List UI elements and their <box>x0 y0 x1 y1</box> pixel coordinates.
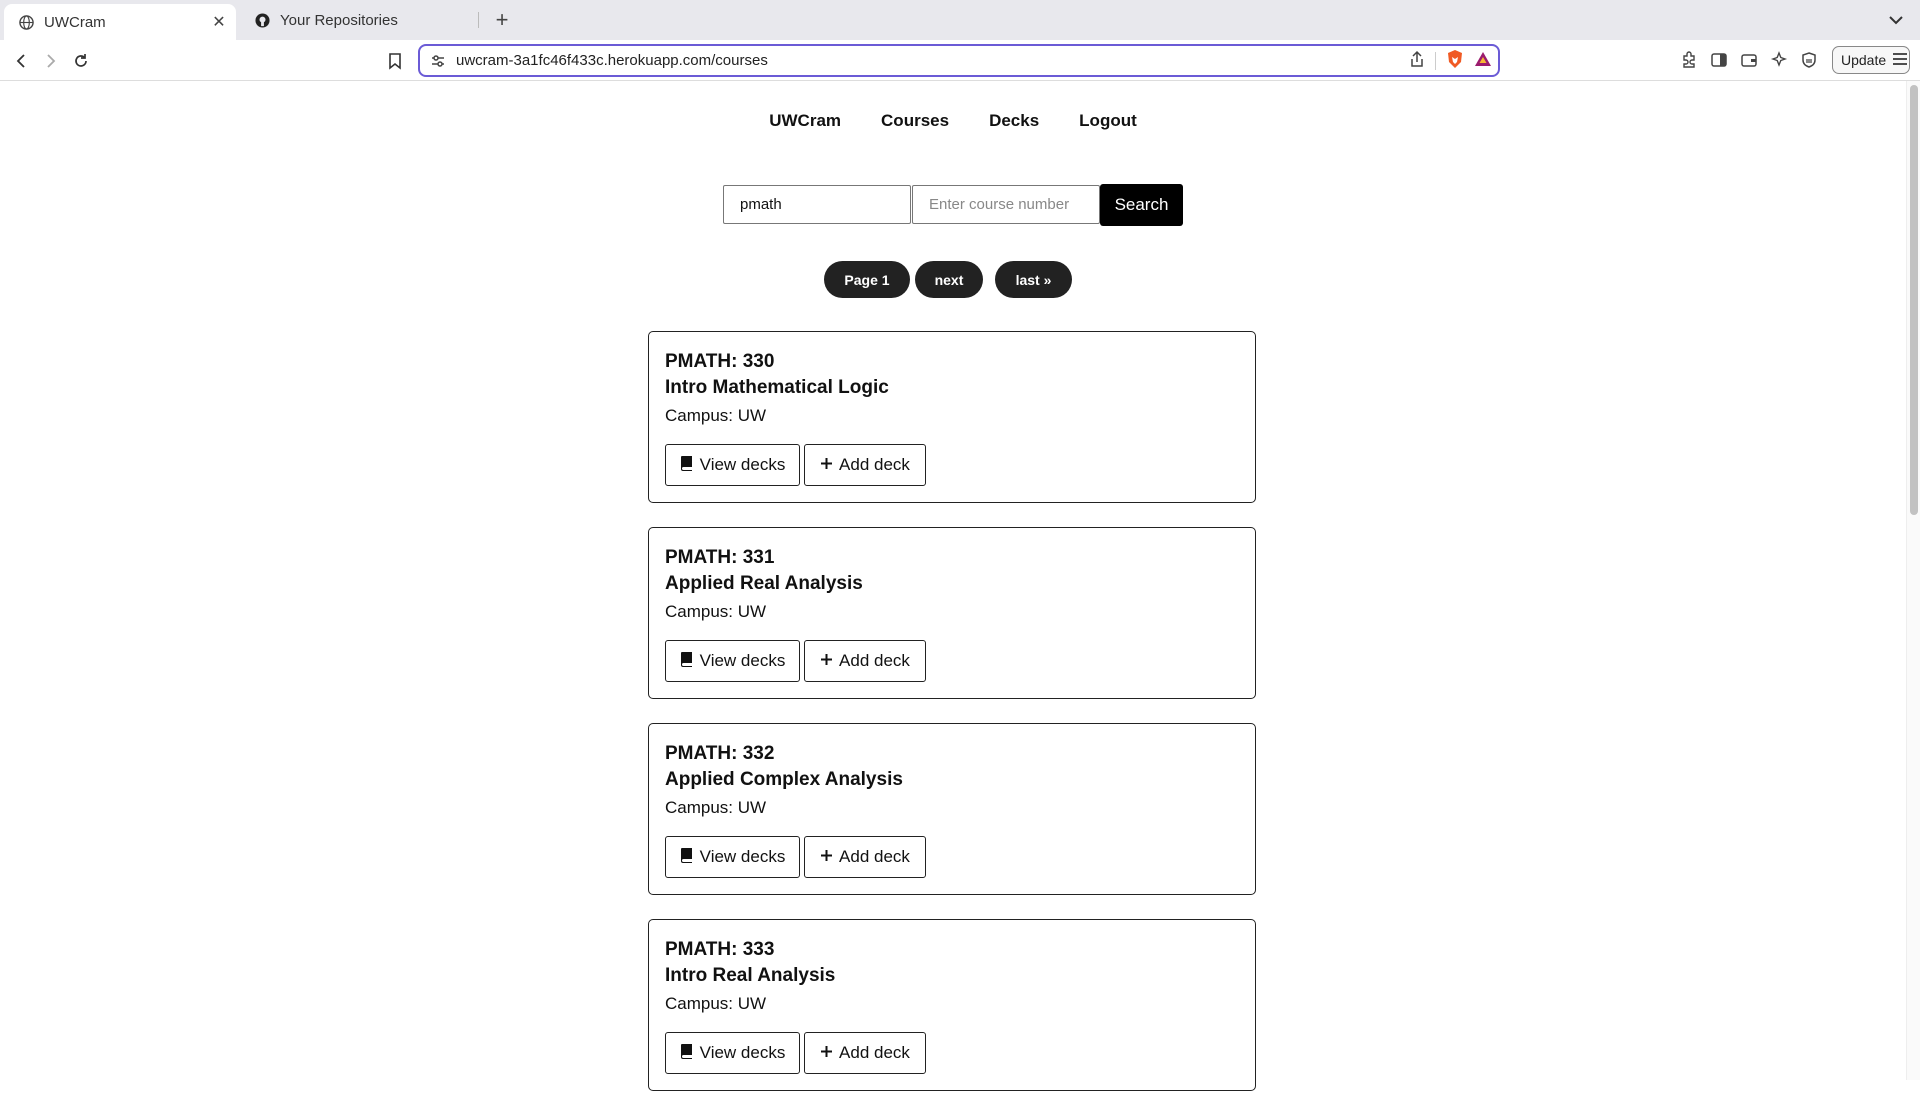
plus-icon <box>820 847 833 867</box>
site-settings-icon[interactable] <box>430 53 446 69</box>
view-decks-button[interactable]: View decks <box>665 444 800 486</box>
plus-icon <box>820 455 833 475</box>
top-nav: UWCram Courses Decks Logout <box>0 111 1906 131</box>
plus-icon <box>820 1043 833 1063</box>
course-code: PMATH: 333 <box>665 939 775 960</box>
divider <box>1435 52 1436 70</box>
leo-ai-icon[interactable] <box>1768 48 1790 72</box>
page-next-button[interactable]: next <box>915 261 983 298</box>
github-icon <box>254 12 270 28</box>
add-deck-label: Add deck <box>839 1043 910 1062</box>
tab-label: UWCram <box>44 13 106 31</box>
nav-decks-link[interactable]: Decks <box>989 111 1039 131</box>
course-name: Applied Complex Analysis <box>665 769 903 790</box>
book-icon <box>680 1043 694 1064</box>
view-decks-label: View decks <box>699 1043 786 1062</box>
menu-icon <box>1892 52 1908 69</box>
page-scrollbar[interactable] <box>1906 81 1920 1080</box>
page-content: UWCram Courses Decks Logout Search Page … <box>0 81 1906 1091</box>
browser-toolbar: uwcram-3a1fc46f433c.herokuapp.com/course… <box>0 40 1920 81</box>
nav-courses-link[interactable]: Courses <box>881 111 949 131</box>
browser-tab-bar: UWCram ✕ Your Repositories + <box>0 0 1920 40</box>
close-icon[interactable]: ✕ <box>208 12 230 32</box>
course-name: Applied Real Analysis <box>665 573 863 594</box>
page-current-button[interactable]: Page 1 <box>824 261 910 298</box>
sidebar-icon[interactable] <box>1708 48 1730 72</box>
subject-input[interactable] <box>723 185 911 224</box>
course-code: PMATH: 330 <box>665 351 775 372</box>
book-icon <box>680 455 694 476</box>
reload-button[interactable] <box>68 48 94 74</box>
add-deck-button[interactable]: Add deck <box>804 836 926 878</box>
scrollbar-thumb[interactable] <box>1910 85 1918 515</box>
course-card: PMATH: 331 Applied Real Analysis Campus:… <box>648 527 1256 699</box>
update-button[interactable]: Update <box>1832 46 1910 74</box>
nav-logout-link[interactable]: Logout <box>1079 111 1137 131</box>
forward-button[interactable] <box>38 48 64 74</box>
tab-uwcram[interactable]: UWCram ✕ <box>4 4 236 40</box>
tab-your-repositories[interactable]: Your Repositories <box>240 4 472 36</box>
add-deck-button[interactable]: Add deck <box>804 444 926 486</box>
view-decks-label: View decks <box>699 455 786 474</box>
view-decks-button[interactable]: View decks <box>665 1032 800 1074</box>
view-decks-label: View decks <box>699 847 786 866</box>
course-number-input[interactable] <box>912 185 1100 224</box>
tab-divider <box>478 12 479 28</box>
update-label: Update <box>1841 52 1887 68</box>
pagination: Page 1 next last » <box>824 261 1072 298</box>
new-tab-button[interactable]: + <box>488 6 516 34</box>
course-campus: Campus: UW <box>665 602 767 621</box>
add-deck-label: Add deck <box>839 847 910 866</box>
add-deck-label: Add deck <box>839 455 910 474</box>
tab-label: Your Repositories <box>280 11 398 29</box>
wallet-icon[interactable] <box>1738 48 1760 72</box>
url-text: uwcram-3a1fc46f433c.herokuapp.com/course… <box>456 52 768 69</box>
course-card: PMATH: 332 Applied Complex Analysis Camp… <box>648 723 1256 895</box>
course-code: PMATH: 331 <box>665 547 775 568</box>
address-bar[interactable]: uwcram-3a1fc46f433c.herokuapp.com/course… <box>418 44 1500 77</box>
view-decks-label: View decks <box>699 651 786 670</box>
course-code: PMATH: 332 <box>665 743 775 764</box>
bookmark-icon[interactable] <box>382 48 408 74</box>
course-campus: Campus: UW <box>665 406 767 425</box>
course-card: PMATH: 330 Intro Mathematical Logic Camp… <box>648 331 1256 503</box>
course-name: Intro Mathematical Logic <box>665 377 889 398</box>
chevron-down-icon[interactable] <box>1884 8 1908 32</box>
course-campus: Campus: UW <box>665 994 767 1013</box>
back-button[interactable] <box>8 48 34 74</box>
course-card: PMATH: 333 Intro Real Analysis Campus: U… <box>648 919 1256 1091</box>
search-button[interactable]: Search <box>1100 184 1183 226</box>
view-decks-button[interactable]: View decks <box>665 640 800 682</box>
plus-icon <box>820 651 833 671</box>
course-list: PMATH: 330 Intro Mathematical Logic Camp… <box>648 331 1256 1115</box>
course-search-form: Search <box>723 184 1183 226</box>
globe-icon <box>18 14 34 30</box>
add-deck-button[interactable]: Add deck <box>804 640 926 682</box>
course-campus: Campus: UW <box>665 798 767 817</box>
share-icon[interactable] <box>1409 50 1425 73</box>
course-name: Intro Real Analysis <box>665 965 836 986</box>
view-decks-button[interactable]: View decks <box>665 836 800 878</box>
extensions-icon[interactable] <box>1678 48 1700 72</box>
brave-rewards-icon[interactable] <box>1474 51 1492 72</box>
brave-shield-icon[interactable] <box>1446 49 1464 74</box>
page-last-button[interactable]: last » <box>995 261 1072 298</box>
book-icon <box>680 651 694 672</box>
vpn-shield-icon[interactable] <box>1798 48 1820 72</box>
add-deck-label: Add deck <box>839 651 910 670</box>
nav-brand-link[interactable]: UWCram <box>769 111 841 131</box>
book-icon <box>680 847 694 868</box>
add-deck-button[interactable]: Add deck <box>804 1032 926 1074</box>
